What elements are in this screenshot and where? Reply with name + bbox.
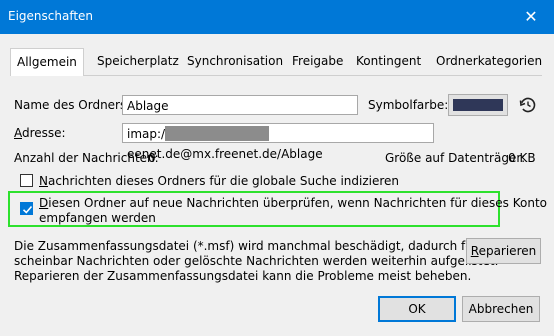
tab-speicherplatz[interactable]: Speicherplatz: [97, 48, 179, 74]
check-new-label-text: iesen Ordner auf neue Nachrichten überpr…: [48, 196, 547, 210]
address-label: Adresse:: [14, 126, 66, 140]
folder-name-input[interactable]: Ablage: [122, 95, 358, 115]
check-new-messages-label-line2[interactable]: empfangen werden: [39, 211, 156, 225]
address-label-text: dresse:: [22, 126, 66, 140]
disk-size-label: Größe auf Datenträger:: [385, 151, 526, 165]
color-swatch: [453, 99, 503, 111]
message-count-label: Anzahl der Nachrichten:: [14, 151, 159, 165]
symbol-color-button[interactable]: [448, 94, 508, 116]
title-bar: Eigenschaften ✕: [0, 0, 554, 34]
tab-synchronisation[interactable]: Synchronisation: [187, 48, 283, 74]
check-new-messages-label-line1[interactable]: Diesen Ordner auf neue Nachrichten überp…: [39, 196, 547, 210]
tab-bar: Allgemein Speicherplatz Synchronisation …: [10, 48, 544, 76]
index-accesskey: N: [39, 174, 48, 188]
index-messages-checkbox[interactable]: [20, 174, 33, 187]
address-label-accesskey: A: [14, 126, 22, 140]
repair-label: eparieren: [478, 244, 537, 258]
properties-dialog: Eigenschaften ✕ Allgemein Speicherplatz …: [0, 0, 554, 336]
address-field[interactable]: imap:/eenet.de@mx.freenet.de/Ablage: [122, 123, 434, 161]
tab-freigabe[interactable]: Freigabe: [292, 48, 343, 74]
repair-button[interactable]: Reparieren: [466, 238, 541, 264]
close-icon[interactable]: ✕: [508, 0, 554, 34]
tab-ordnerkategorien[interactable]: Ordnerkategorien: [436, 48, 542, 74]
summary-text-line2: scheinbar Nachrichten oder gelöschte Nac…: [14, 254, 499, 268]
disk-size-value: 0 KB: [508, 151, 536, 165]
repair-accesskey: R: [470, 244, 479, 258]
checkmark-icon: [22, 205, 33, 214]
tab-kontingent[interactable]: Kontingent: [356, 48, 421, 74]
check-new-accesskey: D: [39, 196, 49, 210]
reset-color-icon[interactable]: [516, 94, 540, 116]
index-messages-label[interactable]: Nachrichten dieses Ordners für die globa…: [39, 174, 399, 188]
redacted-block: [165, 126, 270, 141]
message-count-value: 0: [148, 151, 156, 165]
address-prefix: imap:/: [127, 127, 166, 141]
summary-text-line3: Reparieren der Zusammenfassungsdatei kan…: [14, 269, 472, 283]
cancel-button[interactable]: Abbrechen: [462, 296, 540, 322]
symbol-color-label: Symbolfarbe:: [368, 98, 449, 112]
check-new-messages-checkbox[interactable]: [20, 202, 33, 215]
summary-text-line1: Die Zusammenfassungsdatei (*.msf) wird m…: [14, 239, 499, 253]
tab-allgemein[interactable]: Allgemein: [10, 48, 84, 76]
index-label-text: achrichten dieses Ordners für die global…: [47, 174, 400, 188]
tab-panel-divider: [10, 75, 542, 76]
folder-name-label: Name des Ordners:: [14, 98, 131, 112]
ok-button[interactable]: OK: [378, 296, 456, 322]
window-title: Eigenschaften: [8, 9, 94, 23]
